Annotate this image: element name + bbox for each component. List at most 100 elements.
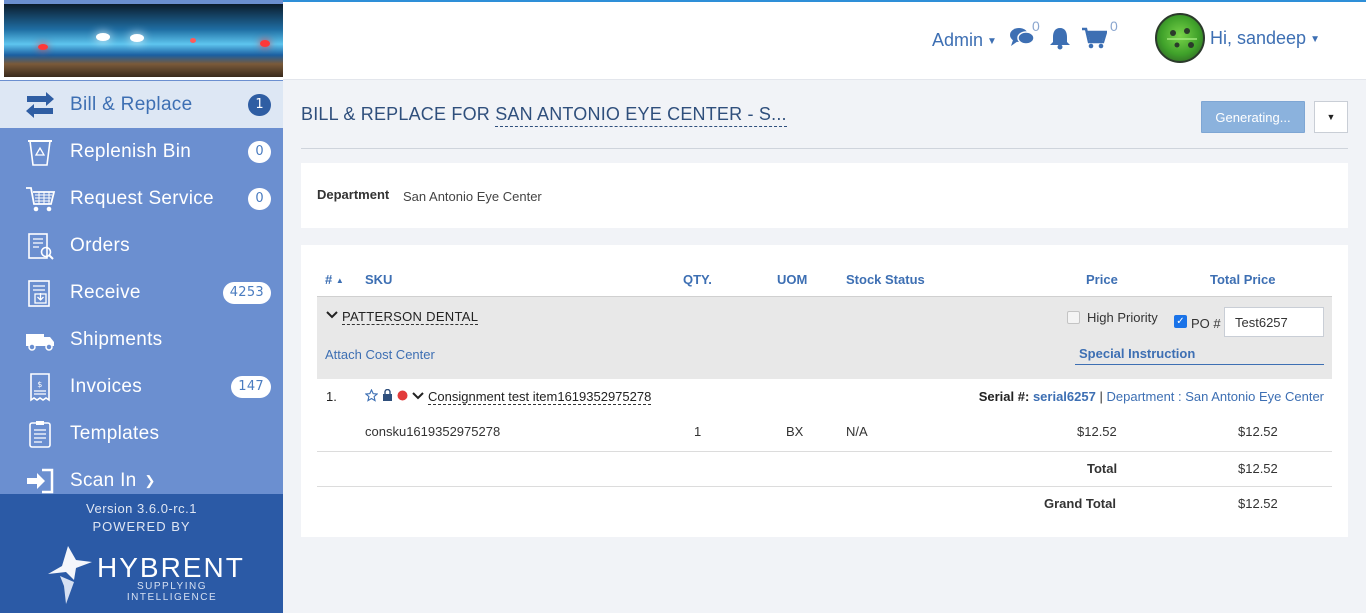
special-instruction-link[interactable]: Special Instruction: [1075, 346, 1324, 365]
truck-icon: [22, 323, 58, 357]
column-header-uom[interactable]: UOM: [777, 272, 807, 287]
total-value: $12.52: [1238, 461, 1278, 476]
powered-by-text: POWERED BY: [92, 519, 191, 534]
user-greeting: Hi, sandeep: [1210, 28, 1307, 48]
messages-count: 0: [1032, 18, 1040, 34]
item-stock-status: N/A: [846, 424, 868, 439]
cart-service-icon: [22, 182, 58, 216]
total-label: Total: [1087, 461, 1118, 476]
column-header-stock-status[interactable]: Stock Status: [846, 272, 925, 287]
item-total-price: $12.52: [1238, 424, 1278, 439]
invoice-icon: $: [22, 370, 58, 404]
hybrent-logo: HYBRENT SUPPLYING INTELLIGENCE: [46, 546, 246, 604]
caret-down-icon: ▼: [1310, 33, 1320, 45]
separator: |: [1099, 389, 1103, 404]
swap-icon: [22, 88, 58, 122]
sidebar-logo-border-bottom: [0, 77, 283, 80]
item-serial-info: Serial #: serial6257 | Department : San …: [979, 389, 1324, 404]
column-header-total-price[interactable]: Total Price: [1210, 272, 1276, 287]
sidebar-item-receive[interactable]: Receive 4253: [0, 269, 283, 316]
high-priority-label: High Priority: [1087, 310, 1158, 325]
sidebar-footer: Version 3.6.0-rc.1 POWERED BY HYBRENT SU…: [0, 494, 283, 613]
chevron-down-icon: ❯: [144, 472, 156, 488]
high-priority-checkbox[interactable]: [1067, 311, 1080, 324]
lock-icon: [383, 389, 392, 401]
version-text: Version 3.6.0-rc.1: [86, 501, 197, 516]
sort-asc-icon: ▲: [335, 276, 344, 286]
sidebar-item-label: Scan In: [70, 469, 137, 491]
top-header: Admin ▼ 0 0 Hi, sandeep ▼: [283, 2, 1366, 80]
item-sku: consku1619352975278: [365, 424, 501, 439]
svg-text:$: $: [37, 380, 42, 389]
sidebar-item-label: Replenish Bin: [70, 140, 192, 162]
orders-icon: [22, 229, 58, 263]
sidebar-item-label: Templates: [70, 422, 160, 444]
avatar[interactable]: [1155, 13, 1205, 63]
department-card: Department San Antonio Eye Center: [301, 163, 1348, 228]
page-title-prefix: BILL & REPLACE FOR: [301, 104, 490, 124]
count-badge: 4253: [222, 281, 271, 304]
po-label: PO #: [1191, 316, 1221, 331]
page-title: BILL & REPLACE FOR SAN ANTONIO EYE CENTE…: [301, 104, 787, 127]
sidebar-item-orders[interactable]: Orders: [0, 222, 283, 269]
department-selector[interactable]: SAN ANTONIO EYE CENTER - S...: [495, 104, 787, 127]
attach-cost-center-link[interactable]: Attach Cost Center: [325, 347, 435, 362]
department-value: San Antonio Eye Center: [403, 189, 542, 204]
caret-down-icon: ▼: [987, 35, 997, 47]
divider: [317, 451, 1332, 452]
sidebar-item-bill-replace[interactable]: Bill & Replace 1: [0, 81, 283, 128]
recycle-bin-icon: [22, 135, 58, 169]
bell-icon[interactable]: [1048, 26, 1072, 55]
sidebar-item-invoices[interactable]: $ Invoices 147: [0, 363, 283, 410]
sidebar-item-request-service[interactable]: Request Service 0: [0, 175, 283, 222]
po-checkbox[interactable]: ✓: [1174, 315, 1187, 328]
sidebar-item-label: Request Service: [70, 187, 214, 209]
caret-down-icon: ▼: [1326, 112, 1336, 122]
generating-button[interactable]: Generating...: [1201, 101, 1305, 133]
actions-dropdown-button[interactable]: ▼: [1314, 101, 1348, 133]
brand-name: HYBRENT: [97, 552, 245, 583]
item-number: 1.: [326, 389, 337, 404]
column-header-qty[interactable]: QTY.: [683, 272, 712, 287]
divider: [317, 486, 1332, 487]
sidebar-item-replenish-bin[interactable]: Replenish Bin 0: [0, 128, 283, 175]
sign-in-icon: [22, 464, 58, 498]
clipboard-icon: [22, 417, 58, 451]
department-ref[interactable]: Department : San Antonio Eye Center: [1106, 389, 1324, 404]
po-number-input[interactable]: [1224, 307, 1324, 337]
column-header-sku[interactable]: SKU: [365, 272, 392, 287]
count-badge: 0: [248, 187, 271, 210]
column-header-price[interactable]: Price: [1086, 272, 1118, 287]
logo-banner-image[interactable]: [4, 4, 283, 77]
sidebar-item-templates[interactable]: Templates: [0, 410, 283, 457]
item-name-link[interactable]: Consignment test item1619352975278: [428, 389, 652, 405]
item-qty: 1: [694, 424, 702, 439]
vendor-group-row: PATTERSON DENTAL Attach Cost Center High…: [317, 296, 1332, 379]
divider: [301, 148, 1348, 149]
grand-total-value: $12.52: [1238, 496, 1278, 511]
serial-value[interactable]: serial6257: [1033, 389, 1096, 404]
sidebar-item-label: Shipments: [70, 328, 163, 350]
star-icon[interactable]: [365, 389, 378, 402]
receive-icon: [22, 276, 58, 310]
serial-label: Serial #:: [978, 389, 1030, 404]
count-badge: 0: [248, 140, 271, 163]
count-badge: 1: [248, 93, 271, 116]
chevron-down-icon[interactable]: [412, 391, 424, 401]
count-badge: 147: [231, 375, 271, 398]
sidebar-item-label: Orders: [70, 234, 130, 256]
column-header-num[interactable]: # ▲: [325, 272, 344, 287]
chevron-down-icon[interactable]: [326, 309, 338, 323]
grand-total-label: Grand Total: [1044, 496, 1116, 511]
items-table: # ▲ SKU QTY. UOM Stock Status Price Tota…: [301, 245, 1348, 537]
vendor-name[interactable]: PATTERSON DENTAL: [342, 309, 479, 325]
user-dropdown[interactable]: Hi, sandeep ▼: [1210, 28, 1320, 49]
sidebar-item-shipments[interactable]: Shipments: [0, 316, 283, 363]
item-icons: [365, 389, 424, 402]
sidebar-item-label: Receive: [70, 281, 141, 303]
admin-dropdown[interactable]: Admin ▼: [932, 30, 997, 51]
status-dot-icon: [397, 390, 408, 401]
item-uom: BX: [786, 424, 804, 439]
cart-icon[interactable]: [1081, 26, 1108, 55]
cart-count: 0: [1110, 18, 1118, 34]
